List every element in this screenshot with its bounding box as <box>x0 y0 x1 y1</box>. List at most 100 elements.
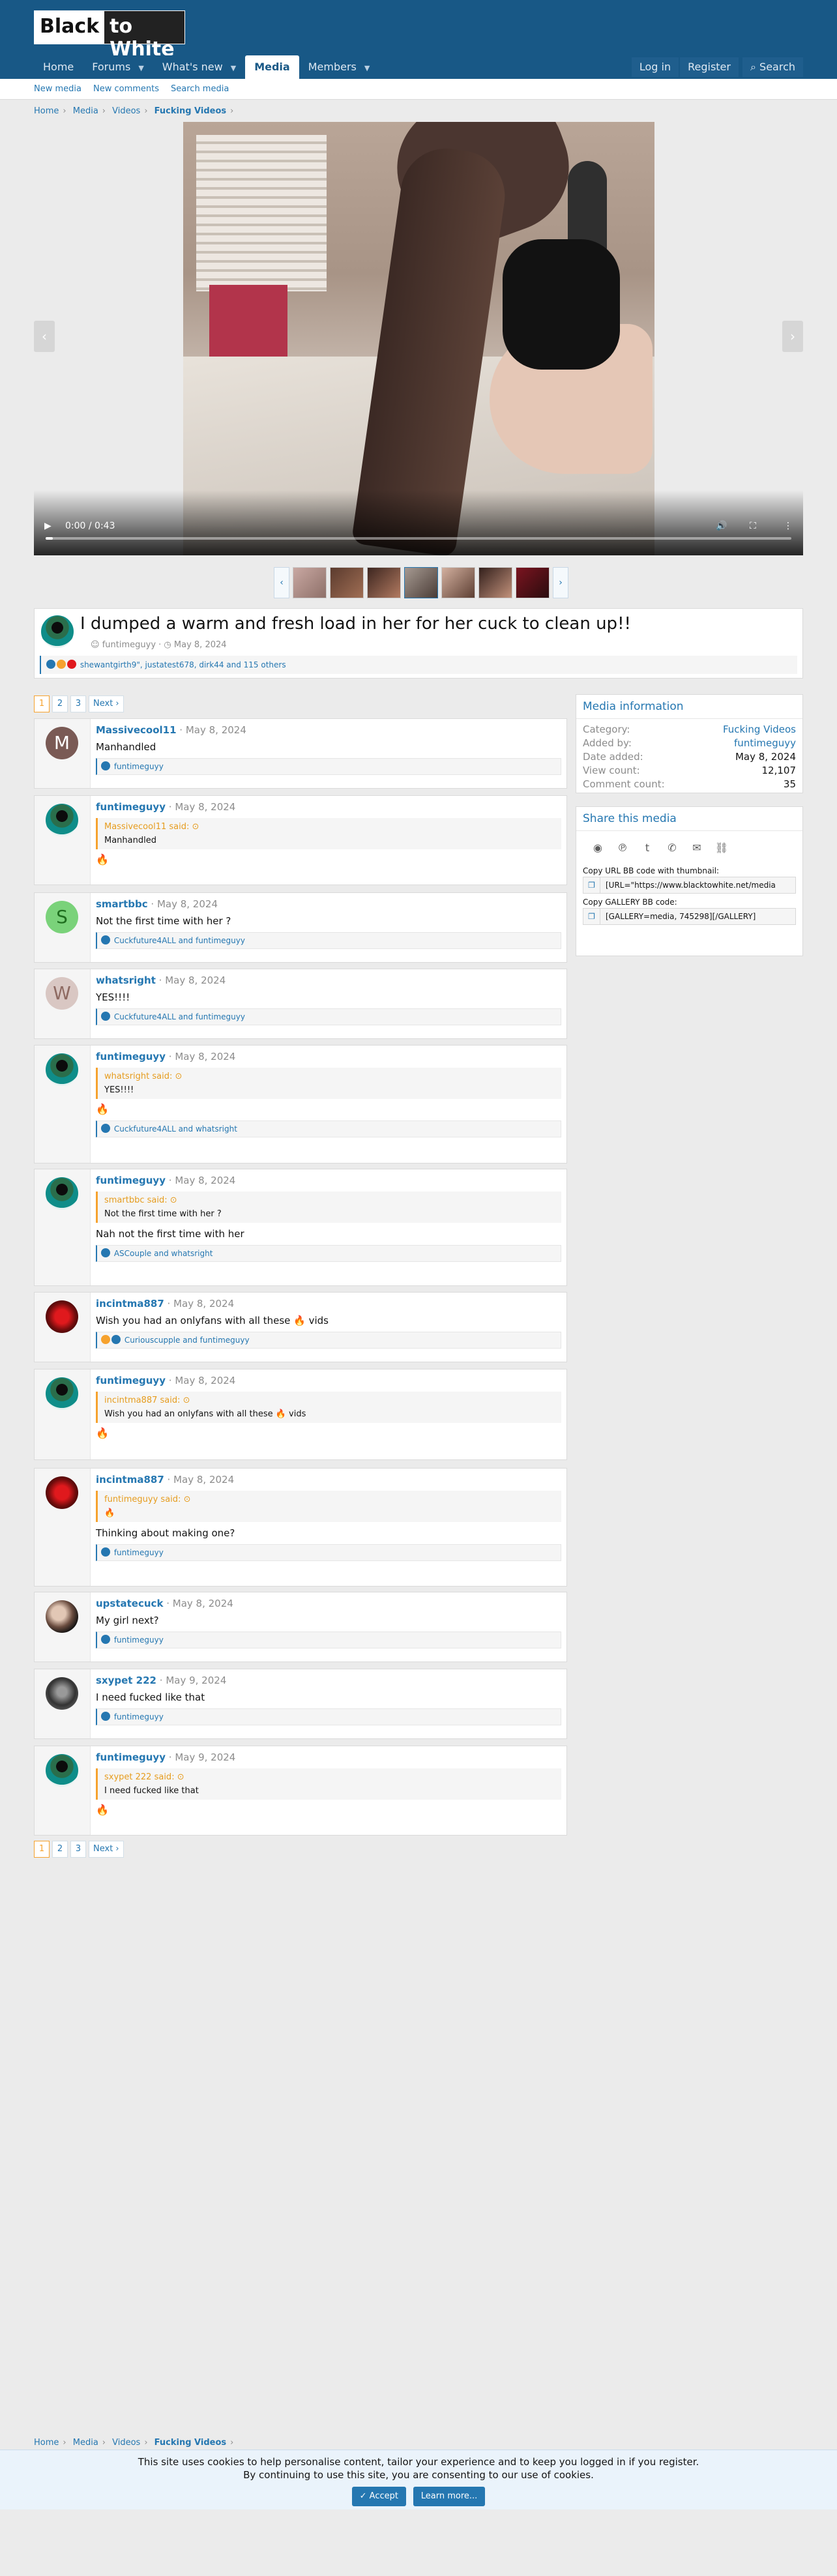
next-page-button[interactable]: Next › <box>89 695 124 712</box>
breadcrumb-media[interactable]: Media <box>73 106 98 116</box>
thumb-prev-button[interactable]: ‹ <box>274 567 289 598</box>
comment-reactions[interactable]: ASCouple and whatsright <box>96 1245 561 1262</box>
arrow-up-icon[interactable]: ⊙ <box>177 1772 184 1782</box>
comment-reactions[interactable]: Cuckfuture4ALL and whatsright <box>96 1120 561 1137</box>
comment-author[interactable]: sxypet 222 <box>96 1675 156 1686</box>
thumb-next-button[interactable]: › <box>553 567 568 598</box>
media-thumbnail[interactable] <box>441 567 475 598</box>
learn-more-button[interactable]: Learn more... <box>413 2487 486 2506</box>
new-comments-link[interactable]: New comments <box>93 84 159 94</box>
nav-tab-members[interactable]: Members ▼ <box>299 55 379 79</box>
avatar[interactable] <box>46 1300 78 1333</box>
breadcrumb-home[interactable]: Home <box>34 2438 59 2448</box>
avatar[interactable] <box>46 1053 78 1086</box>
email-icon[interactable]: ✉ <box>687 840 707 856</box>
avatar[interactable] <box>46 1600 78 1633</box>
avatar[interactable] <box>46 1177 78 1210</box>
comment-author[interactable]: upstatecuck <box>96 1598 163 1609</box>
comment-author[interactable]: whatsright <box>96 974 156 986</box>
nav-tab-forums[interactable]: Forums ▼ <box>83 55 153 79</box>
breadcrumb-home[interactable]: Home <box>34 106 59 116</box>
arrow-up-icon[interactable]: ⊙ <box>175 1072 183 1081</box>
prev-media-arrow[interactable]: ‹ <box>34 321 55 352</box>
media-thumbnail[interactable] <box>330 567 364 598</box>
copy-icon[interactable]: ❐ <box>583 877 600 893</box>
pinterest-icon[interactable]: ℗ <box>613 840 632 856</box>
comment-reactions[interactable]: funtimeguyy <box>96 1632 561 1648</box>
media-thumbnail-active[interactable] <box>404 567 438 598</box>
whatsapp-icon[interactable]: ✆ <box>662 840 682 856</box>
reddit-icon[interactable]: ◉ <box>588 840 608 856</box>
next-media-arrow[interactable]: › <box>782 321 803 352</box>
media-reactions-bar[interactable]: shewantgirth9", justatest678, dirk44 and… <box>40 656 797 674</box>
comment-author[interactable]: funtimeguyy <box>96 1051 166 1062</box>
arrow-up-icon[interactable]: ⊙ <box>192 822 199 832</box>
nav-tab-home[interactable]: Home <box>34 55 83 79</box>
breadcrumb-videos[interactable]: Videos <box>112 2438 140 2448</box>
fullscreen-icon[interactable]: ⛶ <box>750 521 756 531</box>
avatar[interactable] <box>46 1377 78 1410</box>
media-author[interactable]: funtimeguyy <box>102 640 156 650</box>
copy-gallery-field[interactable]: ❐ [GALLERY=media, 745298][/GALLERY] <box>583 908 796 925</box>
avatar[interactable] <box>46 804 78 836</box>
comment-reactions[interactable]: Cuckfuture4ALL and funtimeguyy <box>96 932 561 949</box>
avatar[interactable] <box>46 1476 78 1509</box>
comment-author[interactable]: funtimeguyy <box>96 801 166 813</box>
media-thumbnail[interactable] <box>478 567 512 598</box>
volume-icon[interactable]: 🔊 <box>716 521 727 531</box>
info-category-link[interactable]: Fucking Videos <box>723 723 796 737</box>
comment-reactions[interactable]: funtimeguyy <box>96 1544 561 1561</box>
comment-author[interactable]: funtimeguyy <box>96 1175 166 1186</box>
arrow-up-icon[interactable]: ⊙ <box>170 1195 177 1205</box>
avatar[interactable] <box>41 615 74 648</box>
comment-author[interactable]: incintma887 <box>96 1474 164 1486</box>
page-1-button[interactable]: 1 <box>34 1841 50 1858</box>
media-thumbnail[interactable] <box>516 567 550 598</box>
comment-author[interactable]: funtimeguyy <box>96 1375 166 1386</box>
video-progress-bar[interactable] <box>46 537 791 540</box>
login-button[interactable]: Log in <box>631 57 679 77</box>
page-3-button[interactable]: 3 <box>70 695 86 712</box>
chevron-down-icon[interactable]: ▼ <box>138 64 143 72</box>
comment-author[interactable]: funtimeguyy <box>96 1751 166 1763</box>
info-added-by-link[interactable]: funtimeguyy <box>734 737 796 750</box>
avatar[interactable]: W <box>46 977 78 1010</box>
comment-author[interactable]: Massivecool11 <box>96 724 177 736</box>
accept-cookies-button[interactable]: ✓ Accept <box>351 2487 406 2506</box>
nav-tab-whats-new[interactable]: What's new ▼ <box>153 55 245 79</box>
avatar[interactable] <box>46 1677 78 1710</box>
arrow-up-icon[interactable]: ⊙ <box>183 1396 190 1405</box>
comment-author[interactable]: smartbbc <box>96 898 148 910</box>
copy-url-field[interactable]: ❐ [URL="https://www.blacktowhite.net/med… <box>583 877 796 894</box>
comment-author[interactable]: incintma887 <box>96 1298 164 1310</box>
comment-reactions[interactable]: Curiouscupple and funtimeguyy <box>96 1332 561 1349</box>
page-2-button[interactable]: 2 <box>52 695 68 712</box>
page-2-button[interactable]: 2 <box>52 1841 68 1858</box>
tumblr-icon[interactable]: t <box>638 840 657 856</box>
register-button[interactable]: Register <box>680 57 739 77</box>
page-3-button[interactable]: 3 <box>70 1841 86 1858</box>
breadcrumb-media[interactable]: Media <box>73 2438 98 2448</box>
next-page-button[interactable]: Next › <box>89 1841 124 1858</box>
copy-icon[interactable]: ❐ <box>583 909 600 924</box>
new-media-link[interactable]: New media <box>34 84 81 94</box>
nav-tab-media[interactable]: Media <box>245 55 299 79</box>
search-media-link[interactable]: Search media <box>171 84 229 94</box>
search-button[interactable]: ⌕ Search <box>742 57 803 77</box>
chevron-down-icon[interactable]: ▼ <box>231 64 236 72</box>
avatar[interactable]: M <box>46 727 78 759</box>
avatar[interactable] <box>46 1754 78 1787</box>
breadcrumb-videos[interactable]: Videos <box>112 106 140 116</box>
page-1-button[interactable]: 1 <box>34 695 50 712</box>
media-thumbnail[interactable] <box>367 567 401 598</box>
media-thumbnail[interactable] <box>293 567 327 598</box>
comment-reactions[interactable]: Cuckfuture4ALL and funtimeguyy <box>96 1008 561 1025</box>
media-reactions-text[interactable]: shewantgirth9", justatest678, dirk44 and… <box>80 660 286 669</box>
avatar[interactable]: S <box>46 901 78 933</box>
breadcrumb-category[interactable]: Fucking Videos <box>154 106 226 116</box>
more-options-icon[interactable]: ⋮ <box>784 521 793 531</box>
link-icon[interactable]: ⛓ <box>712 840 731 856</box>
arrow-up-icon[interactable]: ⊙ <box>184 1495 191 1504</box>
comment-reactions[interactable]: funtimeguyy <box>96 1708 561 1725</box>
chevron-down-icon[interactable]: ▼ <box>364 64 370 72</box>
